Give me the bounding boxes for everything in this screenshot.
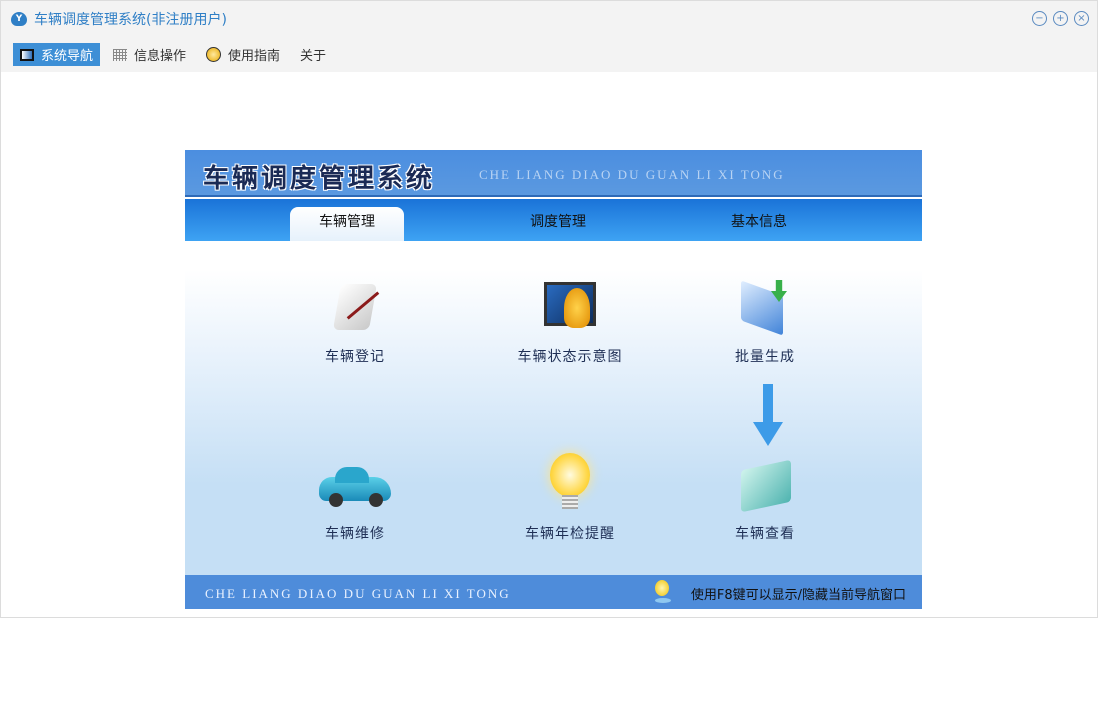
app-logo-icon: Y [11, 12, 27, 26]
grid-icon [113, 48, 128, 61]
lightbulb-icon [540, 453, 600, 513]
monitor-icon [20, 48, 34, 61]
menu-info-operation[interactable]: 信息操作 [106, 43, 193, 66]
item-annual-inspection-reminder[interactable]: 车辆年检提醒 [490, 453, 650, 543]
close-button[interactable]: × [1074, 11, 1089, 26]
item-batch-generate[interactable]: 批量生成 [685, 276, 845, 366]
tab-dispatch-management[interactable]: 调度管理 [501, 207, 615, 241]
title-bar: Y 车辆调度管理系统(非注册用户) − + × [1, 1, 1097, 37]
folder-icon [735, 453, 795, 513]
menu-system-navigation[interactable]: 系统导航 [13, 43, 101, 66]
tab-bar: 车辆管理 调度管理 基本信息 [185, 199, 922, 241]
panel-header: 车辆调度管理系统 CHE LIANG DIAO DU GUAN LI XI TO… [185, 150, 922, 197]
item-vehicle-view[interactable]: 车辆查看 [685, 453, 845, 543]
down-arrow-icon [753, 384, 783, 446]
lightbulb-hint-icon [655, 580, 671, 604]
footer-hint: 使用F8键可以显示/隐藏当前导航窗口 [690, 588, 906, 603]
scroll-pen-icon [325, 276, 385, 336]
help-icon [206, 47, 222, 62]
car-icon [319, 453, 391, 513]
menu-about[interactable]: 关于 [293, 43, 333, 66]
maximize-button[interactable]: + [1053, 11, 1068, 26]
item-vehicle-repair[interactable]: 车辆维修 [275, 453, 435, 543]
navigation-panel: 车辆调度管理系统 CHE LIANG DIAO DU GUAN LI XI TO… [185, 150, 922, 609]
panel-footer: CHE LIANG DIAO DU GUAN LI XI TONG 使用F8键可… [185, 575, 922, 609]
tab-vehicle-management[interactable]: 车辆管理 [290, 207, 404, 241]
panel-title: 车辆调度管理系统 [203, 164, 436, 194]
footer-pinyin: CHE LIANG DIAO DU GUAN LI XI TONG [205, 586, 511, 601]
documents-download-icon [735, 276, 795, 336]
menu-bar: 系统导航 信息操作 使用指南 关于 [1, 37, 1097, 72]
panel-pinyin: CHE LIANG DIAO DU GUAN LI XI TONG [479, 167, 785, 182]
menu-user-guide[interactable]: 使用指南 [199, 43, 287, 66]
item-vehicle-register[interactable]: 车辆登记 [275, 276, 435, 366]
window-title: 车辆调度管理系统(非注册用户) [34, 12, 227, 28]
monitor-arrow-icon [540, 276, 600, 336]
minimize-button[interactable]: − [1032, 11, 1047, 26]
tab-basic-info[interactable]: 基本信息 [702, 207, 816, 241]
item-vehicle-status-diagram[interactable]: 车辆状态示意图 [490, 276, 650, 366]
